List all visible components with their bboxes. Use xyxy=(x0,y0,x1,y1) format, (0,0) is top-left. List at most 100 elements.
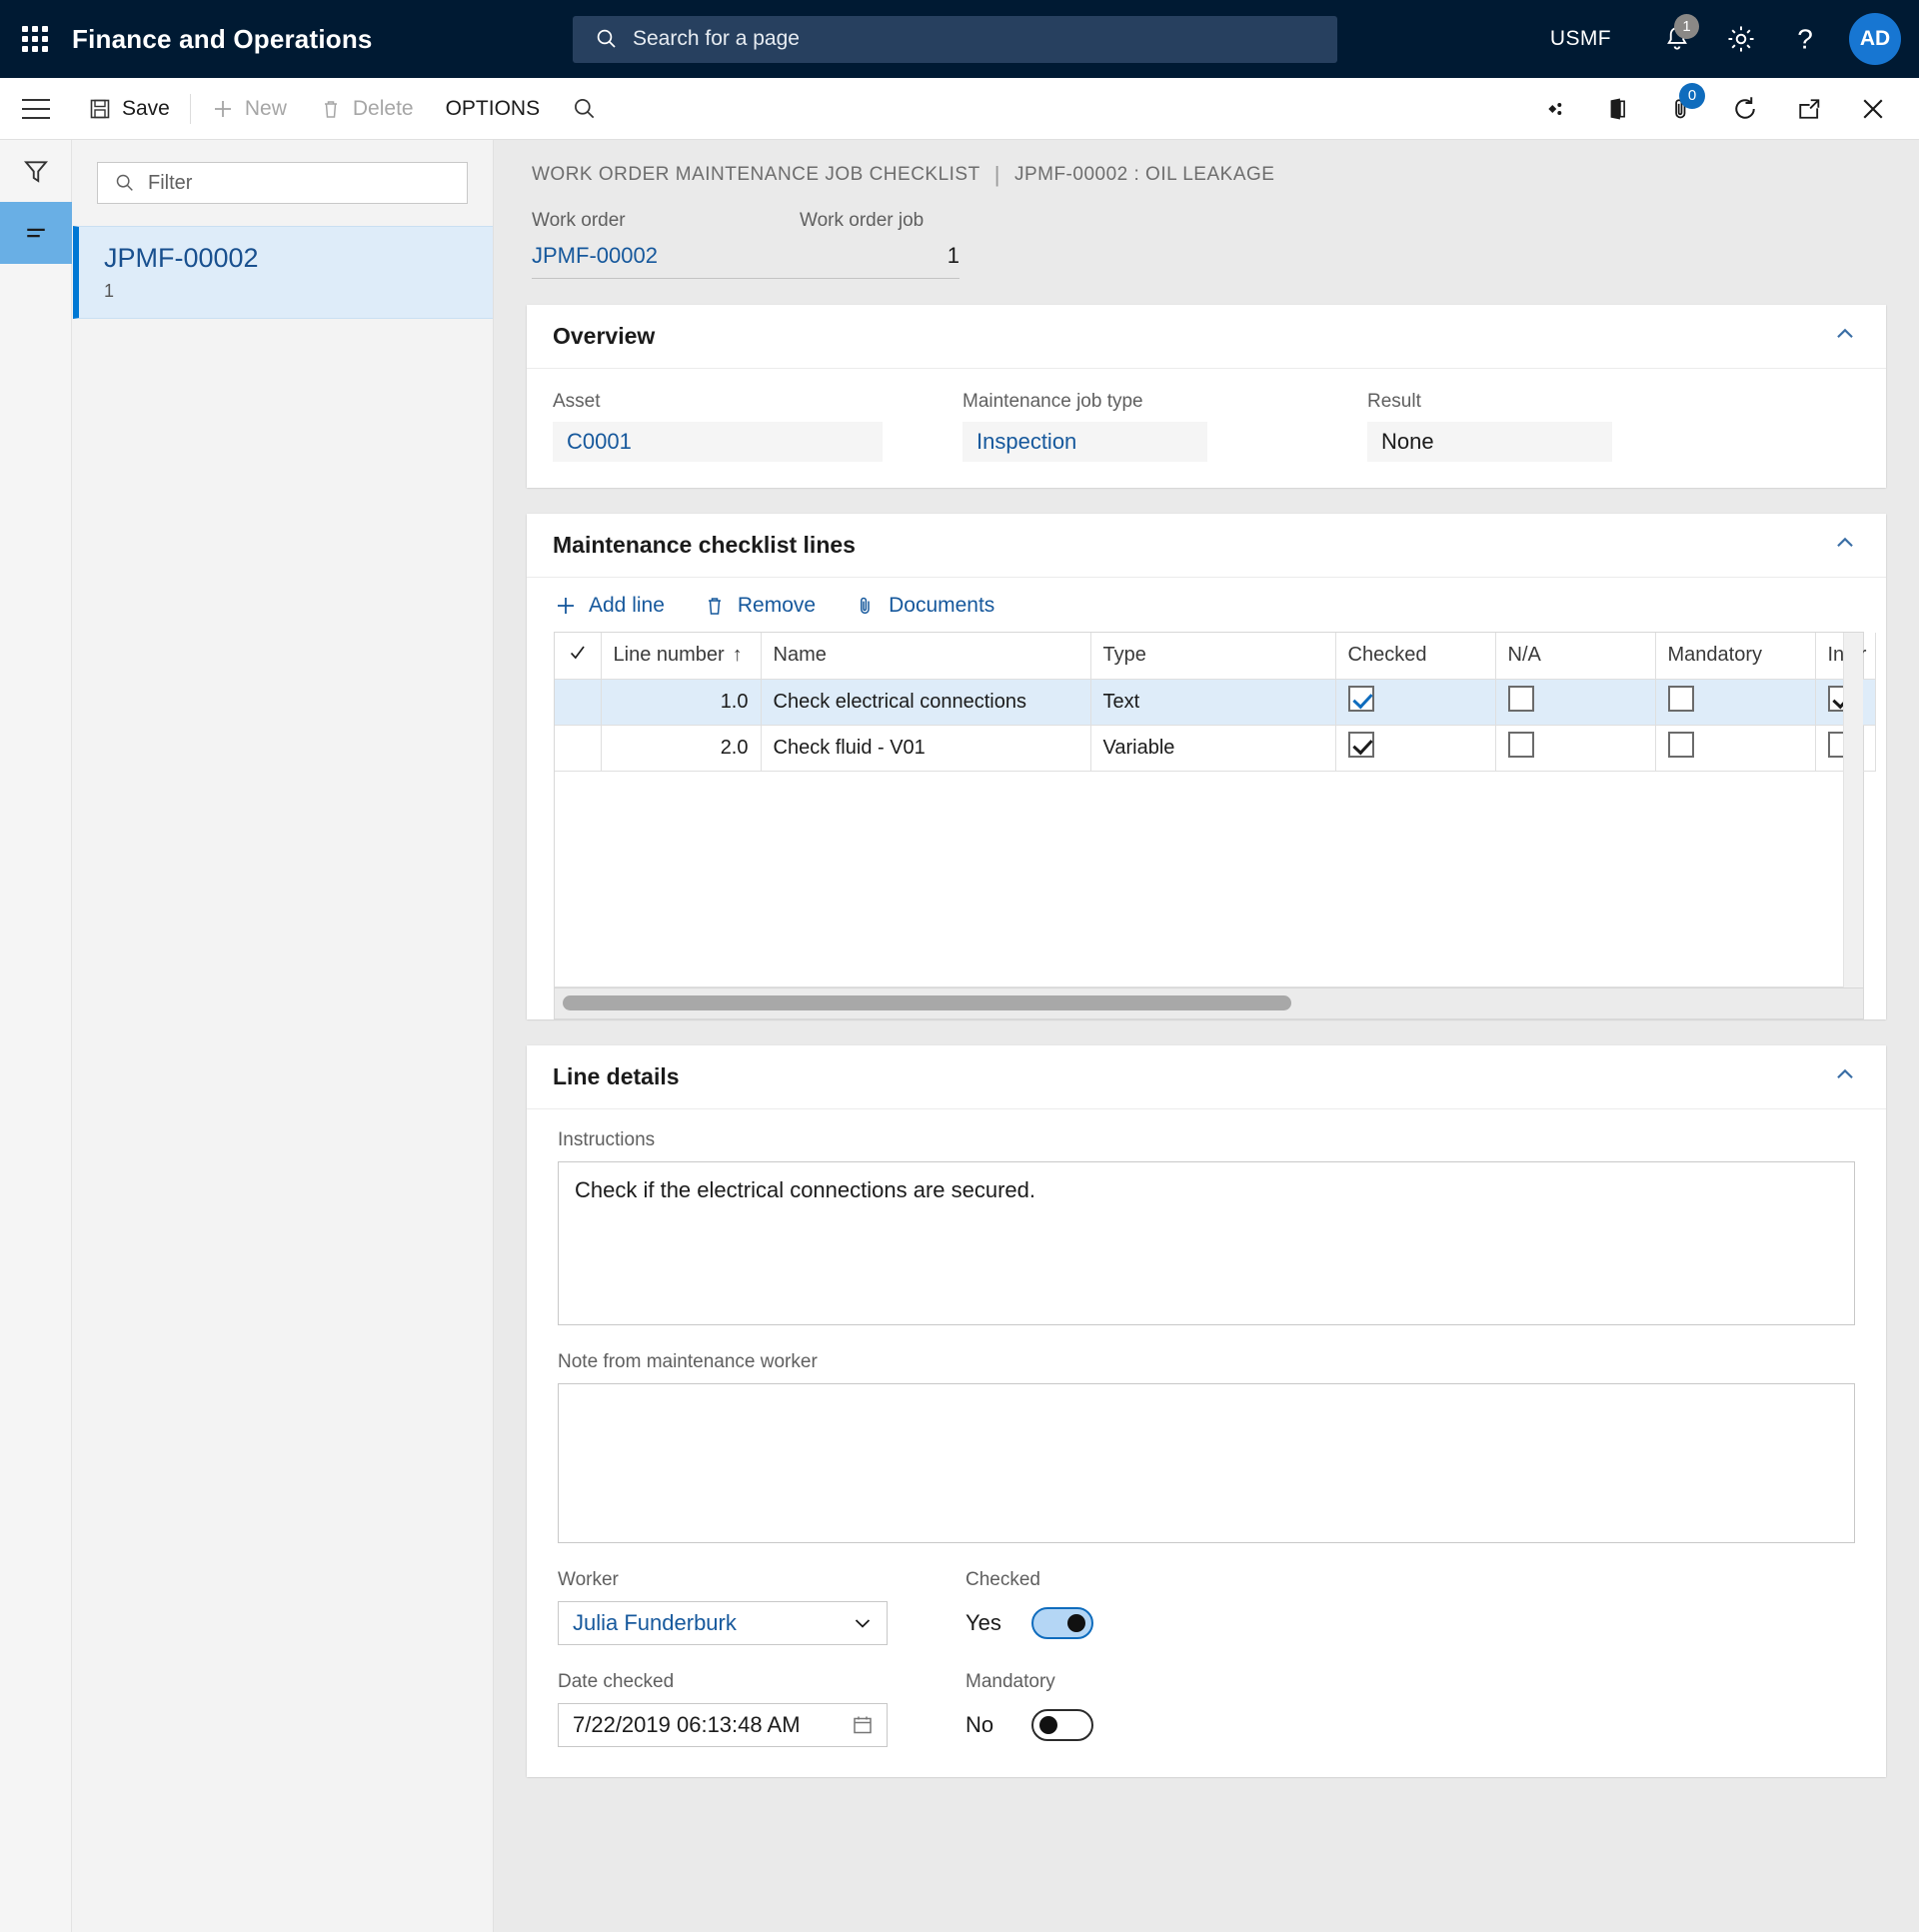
worker-select[interactable]: Julia Funderburk xyxy=(558,1600,888,1645)
popout-button[interactable] xyxy=(1777,78,1841,140)
column-header-line-number[interactable]: Line number ↑ xyxy=(601,633,762,680)
settings-button[interactable] xyxy=(1709,8,1773,70)
breadcrumb-section[interactable]: WORK ORDER MAINTENANCE JOB CHECKLIST xyxy=(532,164,980,186)
remove-label: Remove xyxy=(737,594,817,617)
close-button[interactable] xyxy=(1841,78,1905,140)
cell-type[interactable]: Variable xyxy=(1090,725,1336,772)
overview-header[interactable]: Overview xyxy=(527,305,1886,369)
mandatory-checkbox[interactable] xyxy=(1667,686,1694,712)
mandatory-checkbox[interactable] xyxy=(1667,732,1694,758)
note-label: Note from maintenance worker xyxy=(558,1350,818,1372)
add-line-button[interactable]: Add line xyxy=(554,594,665,618)
navigation-menu-button[interactable] xyxy=(0,78,72,140)
checked-checkbox[interactable] xyxy=(1347,732,1374,758)
notifications-button[interactable]: 1 xyxy=(1645,8,1709,70)
instructions-textarea[interactable]: Check if the electrical connections are … xyxy=(558,1160,1855,1325)
attachments-button[interactable]: 0 xyxy=(1649,78,1713,140)
filter-input[interactable]: Filter xyxy=(97,162,468,204)
new-button[interactable]: New xyxy=(195,78,303,140)
delete-button[interactable]: Delete xyxy=(303,78,430,140)
personalize-button[interactable] xyxy=(1521,78,1585,140)
collapse-chevron-icon[interactable] xyxy=(1832,1061,1858,1092)
breadcrumb-record: JPMF-00002 : OIL LEAKAGE xyxy=(1013,164,1275,185)
refresh-button[interactable] xyxy=(1713,78,1777,140)
work-order-value[interactable]: JPMF-00002 xyxy=(532,243,800,279)
calendar-icon[interactable] xyxy=(851,1713,875,1737)
close-icon xyxy=(1863,98,1883,119)
cell-type[interactable]: Text xyxy=(1090,679,1336,726)
breadcrumb-separator: | xyxy=(993,162,1000,187)
scrollbar-thumb[interactable] xyxy=(563,994,1291,1010)
result-value[interactable]: None xyxy=(1367,422,1612,462)
chevron-down-icon xyxy=(855,1618,871,1628)
plus-icon xyxy=(558,598,574,614)
cell-checked[interactable] xyxy=(1335,679,1496,726)
app-title: Finance and Operations xyxy=(72,23,373,54)
search-icon xyxy=(116,174,133,191)
search-icon xyxy=(575,98,595,118)
cell-na[interactable] xyxy=(1495,679,1656,726)
checked-toggle[interactable] xyxy=(1031,1606,1093,1639)
delete-label: Delete xyxy=(352,96,414,120)
options-button[interactable]: OPTIONS xyxy=(430,78,557,140)
gear-icon xyxy=(1728,26,1754,52)
grid-search-button[interactable] xyxy=(556,78,614,140)
user-avatar[interactable]: AD xyxy=(1849,13,1901,65)
mandatory-toggle[interactable] xyxy=(1031,1708,1093,1741)
select-all-header[interactable] xyxy=(555,633,602,680)
left-rail xyxy=(0,140,72,1932)
column-header-name[interactable]: Name xyxy=(761,633,1091,680)
asset-value[interactable]: C0001 xyxy=(553,422,883,462)
cell-name[interactable]: Check fluid - V01 xyxy=(761,725,1091,772)
company-selector[interactable]: USMF xyxy=(1550,27,1611,51)
rail-list-button[interactable] xyxy=(0,202,72,264)
date-checked-input[interactable]: 7/22/2019 06:13:48 AM xyxy=(558,1702,888,1747)
date-checked-value: 7/22/2019 06:13:48 AM xyxy=(573,1711,801,1737)
save-button[interactable]: Save xyxy=(72,78,186,140)
column-header-type[interactable]: Type xyxy=(1090,633,1336,680)
maintenance-job-type-field: Maintenance job type Inspection xyxy=(962,391,1207,462)
checked-checkbox[interactable] xyxy=(1347,686,1374,712)
table-row[interactable]: 1.0 Check electrical connections Text xyxy=(555,679,1876,726)
open-in-office-button[interactable] xyxy=(1585,78,1649,140)
cell-line-number[interactable]: 2.0 xyxy=(601,725,762,772)
grid-horizontal-scrollbar[interactable] xyxy=(554,986,1864,1019)
collapse-chevron-icon[interactable] xyxy=(1832,530,1858,561)
save-label: Save xyxy=(122,96,170,120)
cell-name[interactable]: Check electrical connections xyxy=(761,679,1091,726)
column-header-na[interactable]: N/A xyxy=(1495,633,1656,680)
plus-icon xyxy=(214,100,231,117)
checklist-lines-card: Maintenance checklist lines Add line Rem… xyxy=(527,514,1886,1019)
cell-checked[interactable] xyxy=(1335,725,1496,772)
note-textarea[interactable] xyxy=(558,1382,1855,1543)
line-details-header[interactable]: Line details xyxy=(527,1045,1886,1109)
cell-mandatory[interactable] xyxy=(1655,679,1816,726)
row-select-cell[interactable] xyxy=(555,679,602,726)
overview-card: Overview Asset C0001 Maintenance job typ… xyxy=(527,305,1886,488)
action-bar: Save New Delete OPTIONS 0 xyxy=(0,78,1919,140)
maintenance-job-type-value[interactable]: Inspection xyxy=(962,422,1207,462)
table-row[interactable]: 2.0 Check fluid - V01 Variable xyxy=(555,725,1876,772)
collapse-chevron-icon[interactable] xyxy=(1832,321,1858,352)
documents-button[interactable]: Documents xyxy=(854,594,994,618)
checklist-header[interactable]: Maintenance checklist lines xyxy=(527,514,1886,578)
column-header-checked[interactable]: Checked xyxy=(1335,633,1496,680)
cell-line-number[interactable]: 1.0 xyxy=(601,679,762,726)
work-order-job-value[interactable]: 1 xyxy=(800,243,960,279)
open-new-window-icon xyxy=(1799,98,1820,119)
page-search-input[interactable]: Search for a page xyxy=(573,15,1337,63)
checklist-toolbar: Add line Remove Documents xyxy=(527,578,1886,632)
work-order-label: Work order xyxy=(532,210,626,231)
cell-mandatory[interactable] xyxy=(1655,725,1816,772)
cell-na[interactable] xyxy=(1495,725,1656,772)
column-header-mandatory[interactable]: Mandatory xyxy=(1655,633,1816,680)
na-checkbox[interactable] xyxy=(1507,686,1534,712)
row-select-cell[interactable] xyxy=(555,725,602,772)
grid-vertical-scrollbar[interactable] xyxy=(1843,633,1863,987)
help-button[interactable]: ? xyxy=(1773,8,1837,70)
rail-filter-button[interactable] xyxy=(0,140,72,202)
app-launcher-icon[interactable] xyxy=(20,24,50,54)
list-item[interactable]: JPMF-00002 1 xyxy=(73,226,493,319)
na-checkbox[interactable] xyxy=(1507,732,1534,758)
remove-button[interactable]: Remove xyxy=(703,594,816,618)
